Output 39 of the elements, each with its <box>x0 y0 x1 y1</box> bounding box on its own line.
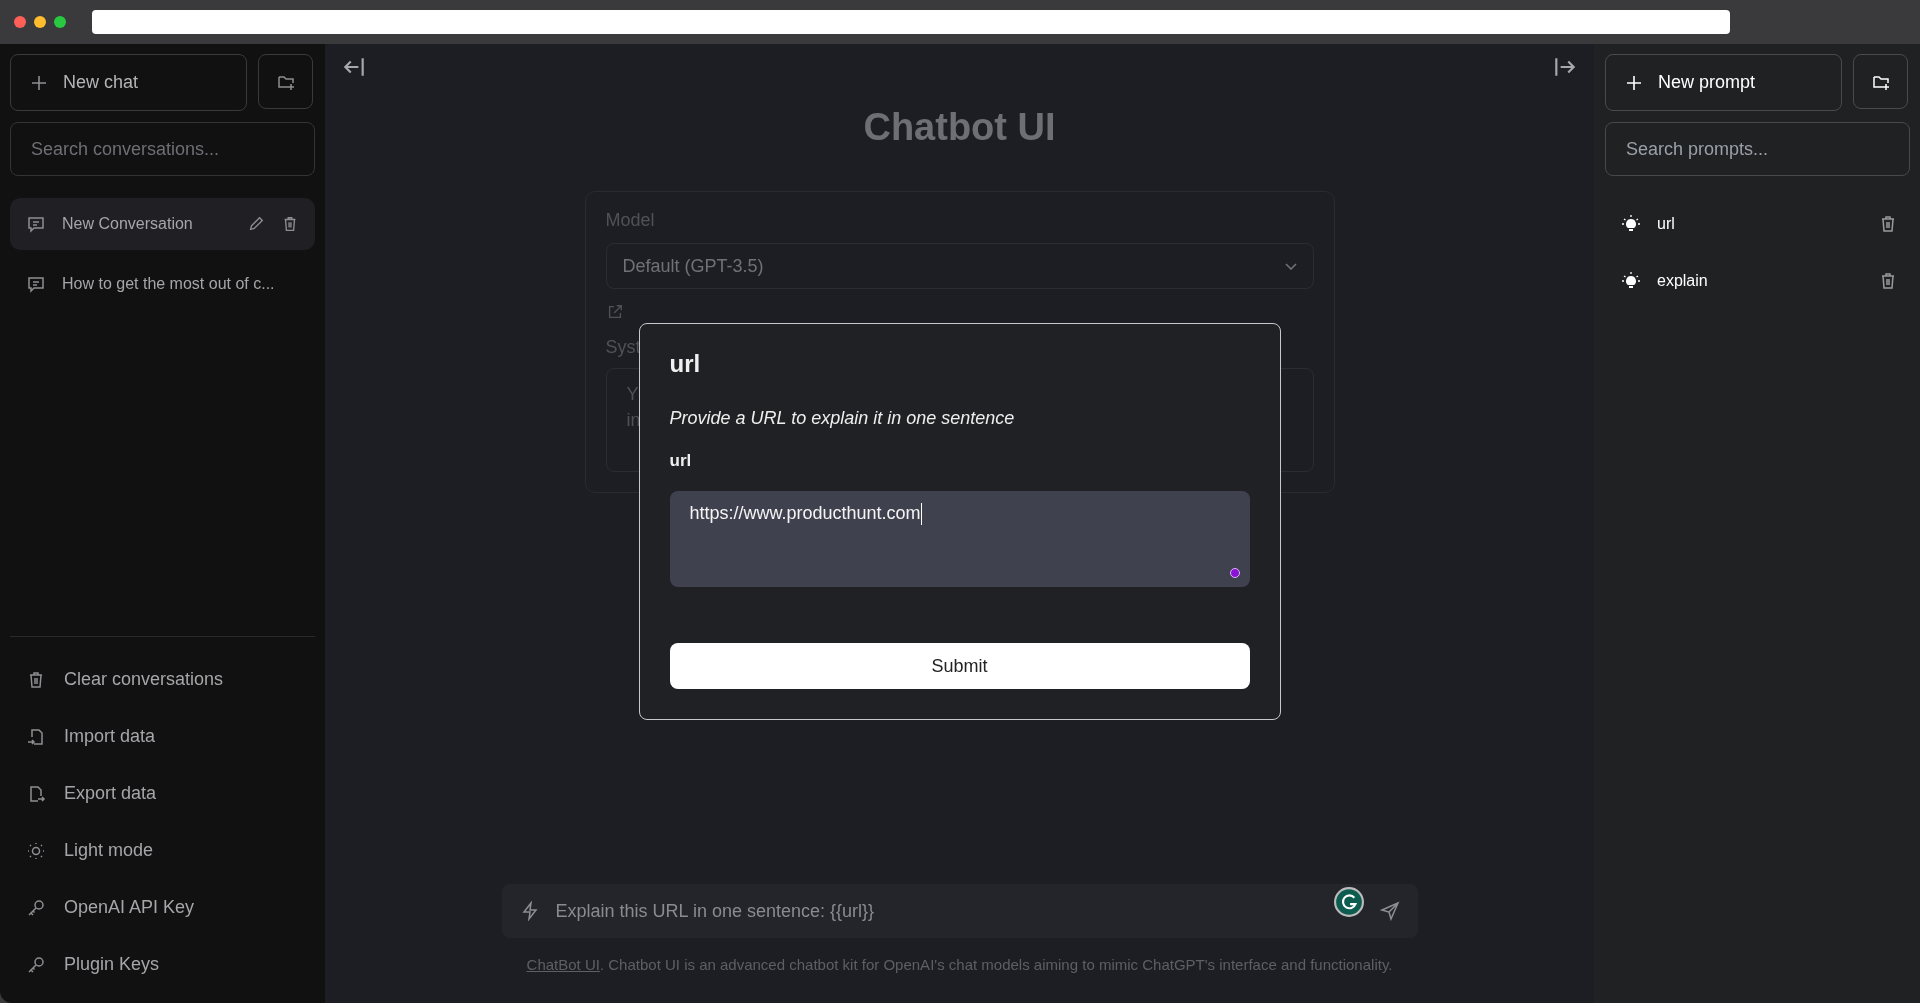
edit-icon[interactable] <box>247 215 265 233</box>
file-import-icon <box>26 726 46 747</box>
menu-item[interactable]: Plugin Keys <box>10 936 315 993</box>
key-icon <box>26 897 46 918</box>
prompt-item[interactable]: explain <box>1605 259 1910 302</box>
new-chat-button[interactable]: New chat <box>10 54 247 111</box>
minimize-window-icon[interactable] <box>34 16 46 28</box>
menu-item[interactable]: Clear conversations <box>10 651 315 708</box>
app-title: Chatbot UI <box>863 106 1056 149</box>
grammarly-dot-icon <box>1229 568 1240 578</box>
sun-icon <box>26 840 46 861</box>
lightbulb-icon <box>1621 270 1641 291</box>
menu-item[interactable]: Light mode <box>10 822 315 879</box>
maximize-window-icon[interactable] <box>54 16 66 28</box>
dialog-description: Provide a URL to explain it in one sentence <box>669 408 1015 429</box>
chat-input[interactable]: Explain this URL in one sentence: {{url}} <box>501 884 1418 938</box>
grammarly-icon[interactable] <box>1333 887 1364 917</box>
menu-item[interactable]: Import data <box>10 708 315 765</box>
conversation-item[interactable]: How to get the most out of c... <box>10 258 315 310</box>
new-prompt-button[interactable]: New prompt <box>1605 54 1842 111</box>
dialog-title: url <box>669 350 701 378</box>
menu-item[interactable]: OpenAI API Key <box>10 879 315 936</box>
chevron-down-icon <box>1284 262 1297 270</box>
submit-button[interactable]: Submit <box>669 643 1250 689</box>
new-folder-button[interactable] <box>1853 54 1908 109</box>
search-field[interactable]: Search prompts... <box>1605 122 1910 176</box>
chat-bubble-icon <box>26 274 46 294</box>
chat-bubble-icon <box>26 214 46 234</box>
menu-item[interactable]: Export data <box>10 765 315 822</box>
field-label: url <box>669 451 692 471</box>
url-field[interactable]: https://www.producthunt.com <box>669 491 1250 587</box>
search-field[interactable]: Search conversations... <box>10 122 315 176</box>
send-icon[interactable] <box>1379 901 1400 921</box>
footer-text: ChatBot UI. Chatbot UI is an advanced chatbot kit for OpenAI's chat models aiming to mimic ChatGPT's interface and functionality. <box>526 956 1393 973</box>
close-window-icon[interactable] <box>14 16 26 28</box>
key-icon <box>26 954 46 975</box>
prompt-item[interactable]: url <box>1605 202 1910 245</box>
conversation-item[interactable]: New Conversation <box>10 198 315 250</box>
lightbulb-icon <box>1621 213 1641 234</box>
